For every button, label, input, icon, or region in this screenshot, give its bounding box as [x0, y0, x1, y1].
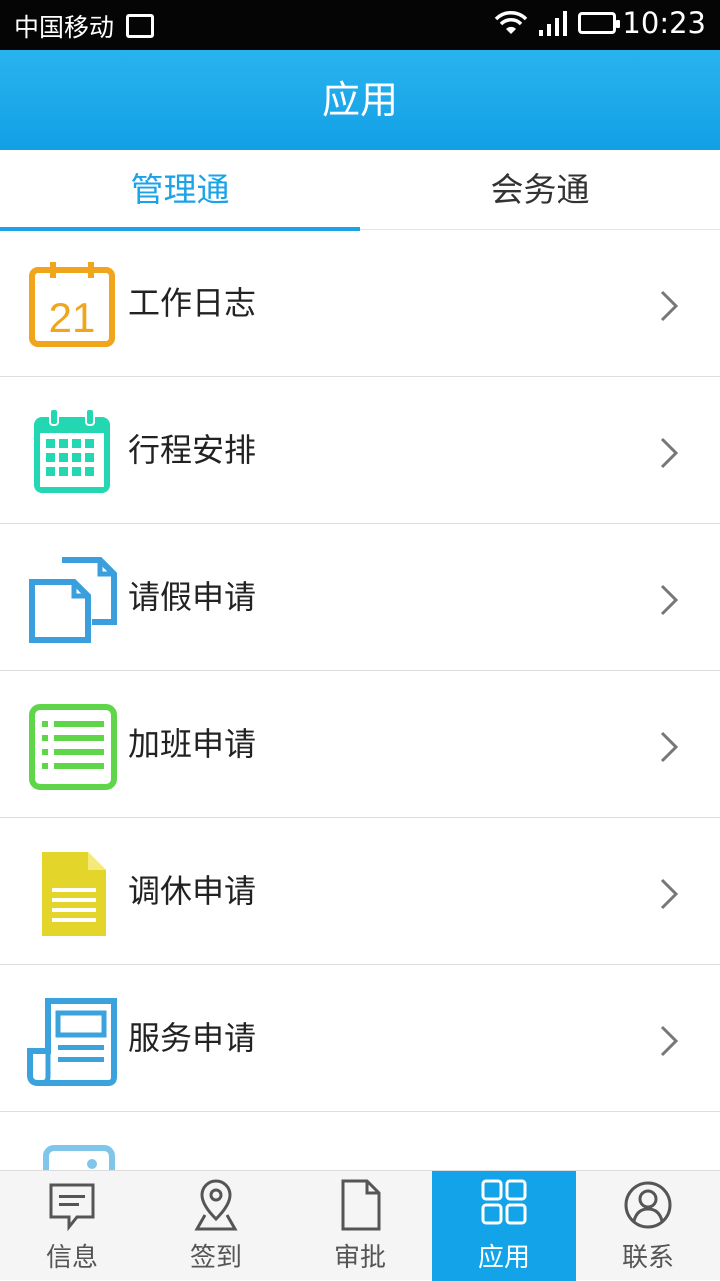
signal-icon [539, 11, 568, 36]
page-title: 应用 [321, 78, 398, 122]
list-item-label: 行程安排 [128, 431, 257, 469]
nav-item-approval[interactable]: 审批 [288, 1171, 432, 1281]
newspaper-icon [27, 998, 117, 1086]
list-item-schedule[interactable]: 行程安排 [0, 377, 720, 524]
grid-apps-icon [481, 1179, 527, 1225]
tab-bar: 管理通 会务通 [0, 150, 720, 231]
chevron-right-icon [660, 584, 679, 616]
chevron-right-icon [660, 437, 679, 469]
nav-item-contacts[interactable]: 联系 [576, 1171, 720, 1281]
message-icon [49, 1183, 95, 1232]
nav-label: 联系 [621, 1243, 674, 1273]
list-item-label: 服务申请 [128, 1019, 257, 1057]
bottom-nav: 信息 签到 审批 应用 联系 [0, 1170, 720, 1281]
battery-icon [578, 12, 621, 34]
svg-text:21: 21 [49, 294, 96, 341]
contact-person-icon [624, 1181, 672, 1229]
nav-item-messages[interactable]: 信息 [0, 1171, 144, 1281]
tab-guanlitong[interactable]: 管理通 [0, 150, 360, 231]
chevron-right-icon [660, 878, 679, 910]
app-list: 21 工作日志 行程安排 请假申请 加班申请 调休申请 服务申请 [0, 230, 720, 1170]
list-item-label: 请假申请 [128, 578, 257, 616]
clock: 10:23 [622, 6, 706, 40]
list-item-label: 调休申请 [128, 872, 257, 910]
nav-label: 签到 [189, 1243, 242, 1273]
calendar-grid-icon [34, 408, 110, 493]
status-bar: 中国移动 10:23 [0, 0, 720, 50]
chevron-right-icon [660, 731, 679, 763]
nav-label: 应用 [477, 1243, 530, 1273]
file-icon [341, 1179, 381, 1231]
nav-item-checkin[interactable]: 签到 [144, 1171, 288, 1281]
wifi-icon [495, 11, 528, 34]
document-icon [42, 852, 106, 936]
nav-label: 信息 [45, 1243, 98, 1273]
copy-documents-icon [29, 557, 117, 643]
list-icon [29, 704, 117, 790]
list-item-leave-request[interactable]: 请假申请 [0, 524, 720, 671]
status-right: 10:23 [494, 6, 706, 40]
status-left: 中国移动 [14, 8, 155, 44]
image-notification-icon [126, 14, 155, 38]
chevron-right-icon [660, 1025, 679, 1057]
list-item-label: 工作日志 [128, 284, 257, 322]
nav-item-apps[interactable]: 应用 [432, 1171, 576, 1281]
list-item-service-request[interactable]: 服务申请 [0, 965, 720, 1112]
location-pin-icon [194, 1179, 238, 1231]
calendar-21-icon: 21 [29, 262, 115, 347]
picture-card-icon [43, 1145, 115, 1170]
list-item-overtime-request[interactable]: 加班申请 [0, 671, 720, 818]
title-bar: 应用 [0, 50, 720, 150]
list-item-time-off-request[interactable]: 调休申请 [0, 818, 720, 965]
list-item-partial[interactable] [0, 1112, 720, 1170]
chevron-right-icon [660, 290, 679, 322]
list-item-label: 加班申请 [128, 725, 257, 763]
tab-huiwutong[interactable]: 会务通 [360, 150, 720, 230]
carrier-name: 中国移动 [14, 13, 115, 42]
list-item-work-log[interactable]: 21 工作日志 [0, 230, 720, 377]
nav-label: 审批 [333, 1243, 386, 1273]
